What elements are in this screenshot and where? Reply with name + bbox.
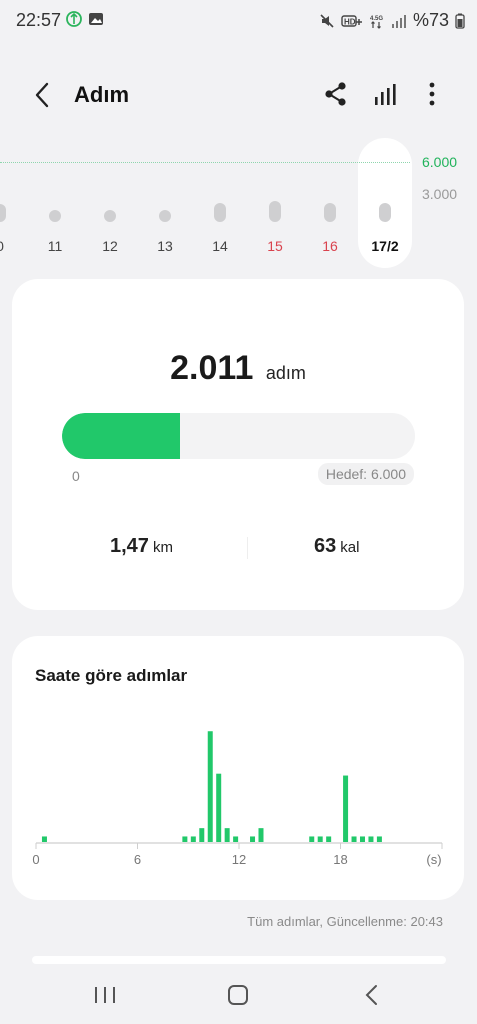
update-note: Tüm adımlar, Güncellenme: 20:43 [247,914,443,929]
stat-divider [247,537,248,559]
goal-progress-fill [62,413,181,459]
status-right: HD 4.5G %73 [319,10,465,31]
battery-level: %73 [412,10,449,30]
hourly-bar [199,828,205,842]
hourly-bar [224,828,230,842]
network-4-5g-icon: 4.5G [370,16,383,29]
mid-line-label: 3.000 [422,186,458,202]
recent-apps-icon[interactable] [90,982,120,1008]
goal-badge: Hedef: 6.000 [317,463,414,485]
hourly-title: Saate göre adımlar [35,666,188,685]
battery-icon [455,13,465,29]
calories-stat: 63 kal [314,535,359,558]
distance-stat: 1,47 km [110,535,173,558]
hourly-bar [359,836,365,842]
day-steps-bar [269,201,281,222]
x-axis-label: (s) [426,852,441,867]
share-icon[interactable] [322,80,350,108]
distance-unit: km [152,539,173,556]
navigation-bar [0,966,477,1024]
hourly-bar [376,836,382,842]
svg-text:HD: HD [344,17,356,26]
goal-progress-bar [62,413,415,459]
hourly-bar [190,836,196,842]
x-tick-label: 0 [32,852,39,867]
day-steps-bar [0,204,6,222]
day-label: 12 [102,238,118,254]
calories-value: 63 [314,535,337,557]
svg-text:4.5G: 4.5G [370,16,383,22]
day-steps-bar [324,203,336,222]
day-column[interactable]: 15 [248,138,302,270]
hourly-bar [343,775,349,842]
day-label: 16 [322,238,338,254]
more-vertical-icon[interactable] [418,80,446,108]
hourly-bar [326,836,332,842]
hourly-bar [41,836,47,842]
day-steps-bar [159,210,171,222]
hourly-bar [258,828,264,842]
hourly-bar [309,836,315,842]
signal-icon [391,14,406,28]
day-column-selected[interactable]: 17/2 [358,138,412,270]
back-arrow-icon[interactable] [28,80,58,110]
x-tick-label: 6 [134,852,141,867]
day-column[interactable]: 16 [303,138,357,270]
progress-min-label: 0 [72,468,80,484]
day-label: 14 [212,238,228,254]
distance-value: 1,47 [110,535,149,557]
steps-count: 2.011 [170,349,254,387]
steps-unit: adım [265,363,306,383]
next-card-peek [32,956,446,964]
home-icon[interactable] [223,982,253,1008]
gallery-icon [89,13,103,25]
day-column[interactable]: 12 [83,138,137,270]
day-steps-bar [214,203,226,222]
status-time: 22:57 [16,10,62,30]
back-nav-icon[interactable] [357,982,387,1008]
hourly-bar [317,836,323,842]
hourly-steps-card[interactable]: 0 6 12 18 (s) Saate göre adımlar [12,636,464,900]
hourly-bar [233,836,239,842]
page-title: Adım [74,82,129,107]
day-column[interactable]: 11 [28,138,82,270]
goal-line-label: 6.000 [422,154,458,170]
hourly-bar [207,731,213,842]
status-app-icon [66,11,82,27]
hd-plus-icon: HD [341,14,362,27]
day-column[interactable]: 14 [193,138,247,270]
x-tick-label: 12 [232,852,246,867]
steps-summary-card: 2.011 adım 0 Hedef: 6.000 1,47 km 63 kal [12,279,464,610]
day-column[interactable]: 13 [138,138,192,270]
app-bar: Adım [0,70,477,118]
day-steps-bar [49,210,61,222]
x-tick-label: 18 [333,852,347,867]
hourly-bar [351,836,357,842]
hourly-bar [368,836,374,842]
day-label: 0 [0,238,27,254]
hourly-bar [182,836,188,842]
status-left-icons [66,11,104,27]
mute-icon [320,13,334,28]
day-label: 11 [47,238,63,254]
day-steps-bar [379,203,391,222]
day-label: 15 [267,238,283,254]
hourly-bar [250,836,256,842]
day-column[interactable]: 0 [0,138,27,270]
daily-steps-strip: 6.000 3.000 0 11 12 13 14 15 16 17/2 [0,138,477,270]
steps-total: 2.011 adım [12,349,464,388]
day-steps-bar [104,210,116,222]
day-label: 13 [157,238,173,254]
day-label: 17/2 [371,238,399,254]
chart-bars-icon[interactable] [372,80,400,108]
status-bar: 22:57 HD 4.5G %73 [0,0,477,42]
hourly-bar [216,773,222,842]
calories-unit: kal [340,539,360,556]
